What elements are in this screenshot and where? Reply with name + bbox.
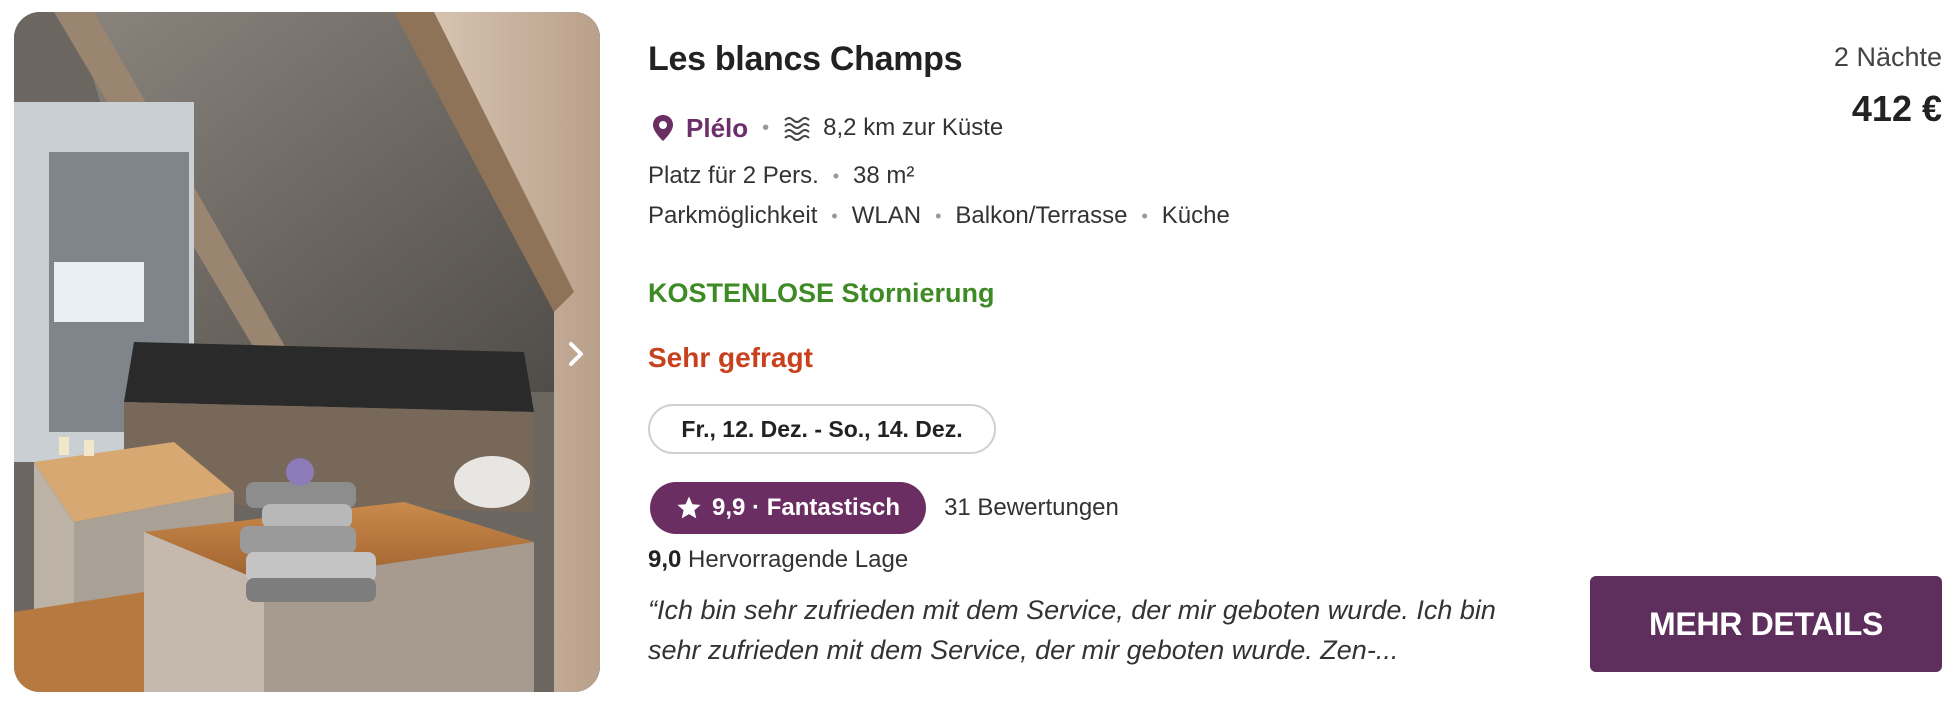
amenities-row: Parkmöglichkeit • WLAN • Balkon/Terrasse… [648,202,1230,230]
listing-title[interactable]: Les blancs Champs [648,40,963,79]
rating-row: 9,9 · Fantastisch 31 Bewertungen [650,482,1119,534]
amenity-balcony: Balkon/Terrasse [955,202,1128,229]
total-price: 412 € [1851,88,1942,129]
capacity: Platz für 2 Pers. [648,162,819,189]
more-details-button[interactable]: MEHR DETAILS [1590,576,1942,672]
living-area: 38 m² [853,162,915,189]
amenity-wifi: WLAN [851,202,922,229]
separator-dot: • [935,205,942,226]
separator-dot: • [762,116,770,139]
nights-count: 2 Nächte [1833,42,1942,72]
separator-dot: • [832,165,840,186]
chevron-right-icon [569,342,583,366]
rating-badge[interactable]: 9,9 · Fantastisch [650,482,927,534]
amenity-kitchen: Küche [1161,202,1230,229]
high-demand-label: Sehr gefragt [648,342,813,373]
listing-photo[interactable] [14,12,600,692]
capacity-row: Platz für 2 Pers. • 38 m² [648,162,914,190]
city-link[interactable]: Plélo [686,113,748,144]
waves-icon [784,117,810,141]
coast-distance: 8,2 km zur Küste [823,114,1004,141]
rating-label: 9,9 · Fantastisch [712,494,901,521]
review-quote: “Ich bin sehr zufrieden mit dem Service,… [648,595,1496,665]
location-row: Plélo • 8,2 km zur Küste [652,108,1003,148]
jacuzzi-room-image [14,12,600,692]
location-score-label: Hervorragende Lage [688,546,909,573]
next-photo-button[interactable] [556,334,596,374]
separator-dot: • [1141,205,1148,226]
reviews-count-link[interactable]: 31 Bewertungen [944,494,1119,522]
date-range-pill[interactable]: Fr., 12. Dez. - So., 14. Dez. [648,404,996,454]
amenity-parking: Parkmöglichkeit [648,202,818,229]
free-cancellation-label: KOSTENLOSE Stornierung [648,278,995,308]
separator-dot: • [831,205,838,226]
star-icon [677,496,701,519]
map-pin-icon [653,115,673,141]
location-score-row: 9,0 Hervorragende Lage [648,546,908,574]
location-score: 9,0 [648,546,682,573]
